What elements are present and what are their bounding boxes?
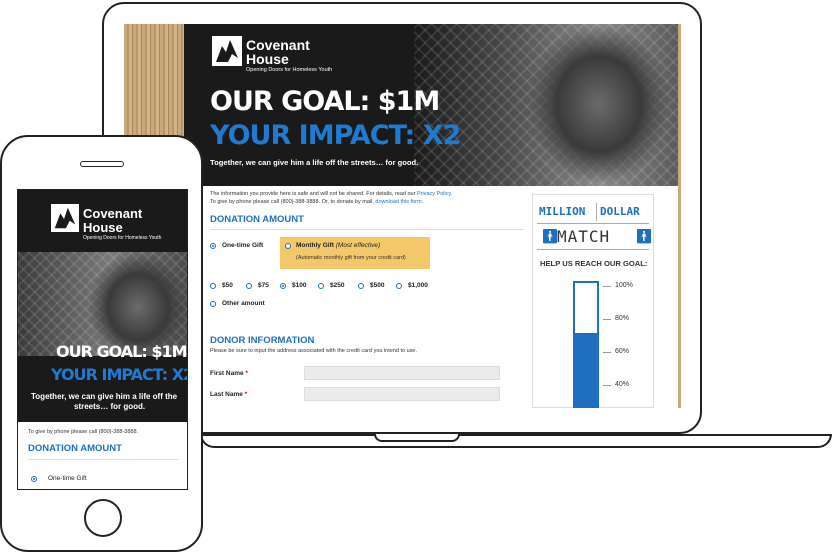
match-word-dollar: DOLLAR [600,205,640,218]
phone-volume-up [0,228,2,254]
monthly-gift-sublabel: (Automatic monthly gift from your credit… [296,255,406,261]
logo-tagline: Opening Doors for Homeless Youth [246,67,333,73]
mobile-logo-tagline: Opening Doors for Homeless Youth [83,235,162,241]
laptop-notch [374,434,460,442]
logo-name-line2: House [246,51,289,67]
amount-label-1000: $1,000 [408,282,428,289]
impact-headline: YOUR IMPACT: X2 [210,120,461,151]
one-time-gift-label: One-time Gift [222,242,264,249]
mobile-goal-headline: OUR GOAL: $1M [56,342,187,361]
first-name-label: First Name * [210,370,248,377]
amount-label-250: $250 [330,282,345,289]
tick-label-80: 80% [615,315,630,322]
amount-label-75: $75 [258,282,269,289]
mobile-logo-name-line2: House [83,220,123,235]
phone-home-button[interactable] [84,499,122,537]
mobile-logo-name-line1: Covenant [83,206,143,221]
amount-label-500: $500 [370,282,385,289]
other-amount-label: Other amount [222,300,265,307]
match-bottom-rule [537,249,649,250]
laptop-base [200,434,832,448]
amount-radio-250[interactable] [318,283,324,289]
mobile-section-divider [28,459,178,460]
mobile-hero-banner: Covenant House Opening Doors for Homeles… [18,190,187,422]
phone-mail-notice: To give by phone please call (800)-388-3… [210,199,424,205]
mobile-one-time-gift-radio[interactable] [31,476,37,482]
mobile-donation-amount-heading: DONATION AMOUNT [28,443,122,454]
hero-subline: Together, we can give him a life off the… [210,158,419,167]
thermometer-fill [575,333,597,408]
reach-goal-label: HELP US REACH OUR GOAL: [540,259,648,268]
one-time-gift-radio[interactable] [210,243,216,249]
tick-label-40: 40% [615,381,630,388]
amount-radio-50[interactable] [210,283,216,289]
match-word-separator [596,203,597,221]
section-divider [210,229,524,230]
amount-label-50: $50 [222,282,233,289]
phone-volume-down [0,262,2,288]
donation-amount-heading: DONATION AMOUNT [210,214,304,225]
mobile-hero-subline-2: streets… for good. [74,402,146,411]
tick-100 [603,286,611,287]
person-right-icon: 🚹︎ [635,228,653,244]
monthly-gift-label: Monthly Gift (Most effective) [296,242,381,249]
mobile-hero-subline-1: Together, we can give him a life off the [31,392,178,401]
amount-radio-500[interactable] [358,283,364,289]
mobile-phone-notice: To give by phone please call (800)-388-3… [28,429,139,435]
amount-radio-1000[interactable] [396,283,402,289]
first-name-input[interactable] [304,366,500,380]
million-dollar-match-panel: MILLION DOLLAR 🚹︎ MATCH 🚹︎ HELP US REACH… [532,194,654,408]
amount-label-100: $100 [292,282,307,289]
mobile-logo-icon[interactable] [51,204,79,232]
goal-headline: OUR GOAL: $1M [210,86,440,117]
last-name-label: Last Name * [210,391,248,398]
privacy-policy-link[interactable]: Privacy Policy. [417,191,452,197]
last-name-input[interactable] [304,387,500,401]
tick-label-60: 60% [615,348,630,355]
hero-banner: Covenant House Opening Doors for Homeles… [184,24,678,186]
tick-40 [603,385,611,386]
match-top-rule [537,223,649,224]
privacy-notice: The information you provide here is safe… [210,191,453,197]
mobile-impact-headline: YOUR IMPACT: X2 [51,365,187,384]
covenant-house-logo-icon[interactable] [212,36,242,66]
match-word-big: MATCH [557,227,611,246]
other-amount-radio[interactable] [210,301,216,307]
tick-label-100: 100% [615,282,633,289]
monthly-gift-option[interactable]: Monthly Gift (Most effective) (Automatic… [280,237,430,269]
donation-page: Covenant House Opening Doors for Homeles… [184,24,678,408]
donor-information-heading: DONOR INFORMATION [210,335,315,346]
goal-thermometer [573,281,599,408]
match-word-million: MILLION [539,205,586,218]
hero-photo [414,24,678,186]
wood-background-right-edge [678,24,681,408]
mobile-hero-photo [18,252,187,356]
laptop-screen: Covenant House Opening Doors for Homeles… [124,24,681,408]
phone-screen: Covenant House Opening Doors for Homeles… [17,189,188,490]
mobile-one-time-gift-label: One-time Gift [48,475,87,482]
phone-side-button [0,195,2,211]
phone-speaker [80,161,124,167]
donor-address-note: Please be sure to input the address asso… [210,348,417,354]
logo-name-line1: Covenant [246,37,310,53]
amount-radio-100[interactable] [280,283,286,289]
download-form-link[interactable]: download this form. [375,199,423,205]
tick-80 [603,319,611,320]
tick-60 [603,352,611,353]
monthly-gift-radio[interactable] [285,243,291,249]
amount-radio-75[interactable] [246,283,252,289]
